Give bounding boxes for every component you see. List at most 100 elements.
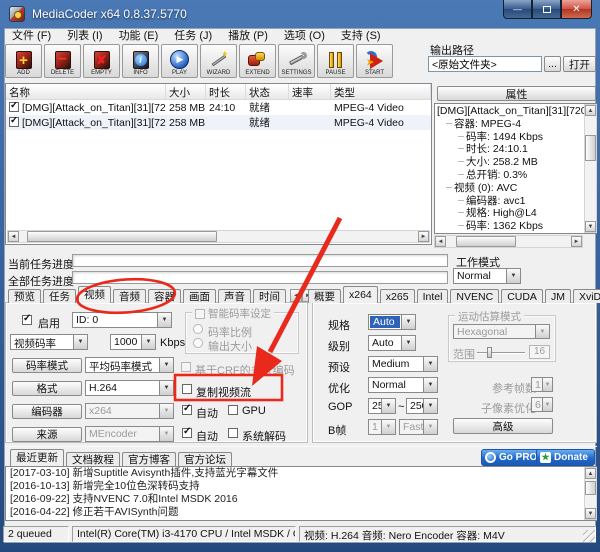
browse-button[interactable]: ... (544, 56, 561, 72)
properties-horizontal-scrollbar[interactable]: ◄ ► (434, 235, 583, 248)
tab-docs[interactable]: 文档教程 (66, 452, 120, 466)
tab-audio[interactable]: 音频 (113, 289, 146, 303)
tab-video[interactable]: 视频 (78, 286, 111, 303)
menu-file[interactable]: 文件 (F) (5, 29, 60, 43)
tab-container[interactable]: 容器 (148, 289, 181, 303)
toolbar-start-button[interactable]: ➤ START (356, 44, 393, 78)
stream-id-select[interactable]: ID: 0 (72, 312, 172, 328)
format-button[interactable]: 格式 (12, 381, 82, 396)
output-path-input[interactable] (428, 56, 542, 72)
toolbar-settings-button[interactable]: SETTINGS (278, 44, 315, 78)
scroll-right-icon[interactable]: ► (418, 231, 429, 242)
copy-video-stream-checkbox[interactable] (182, 384, 192, 394)
tab-cuda[interactable]: CUDA (501, 289, 543, 303)
scroll-right-icon[interactable]: ► (571, 236, 582, 247)
bitrate-value-select[interactable]: 1000 (110, 334, 156, 350)
chevron-down-icon[interactable] (423, 357, 437, 371)
tab-blog[interactable]: 官方博客 (122, 452, 176, 466)
bitrate-ratio-radio[interactable] (193, 324, 203, 334)
column-type[interactable]: 类型 (331, 84, 431, 99)
menu-list[interactable]: 列表 (I) (60, 29, 111, 43)
level-select[interactable]: Auto (368, 335, 416, 351)
toolbar-empty-button[interactable]: ✘ EMPTY (83, 44, 120, 78)
property-root[interactable]: [DMG][Attack_on_Titan][31][720P][GE (437, 105, 594, 118)
scroll-up-icon[interactable]: ▲ (585, 468, 596, 479)
toolbar-add-button[interactable]: + ADD (5, 44, 42, 78)
menu-options[interactable]: 选项 (O) (277, 29, 334, 43)
chevron-down-icon[interactable] (73, 335, 87, 349)
toolbar-wizard-button[interactable]: ✦ WIZARD (200, 44, 237, 78)
tab-picture[interactable]: 画面 (183, 289, 216, 303)
work-mode-select[interactable]: Normal (453, 268, 521, 284)
smart-bitrate-checkbox[interactable] (195, 309, 205, 319)
tab-x264[interactable]: x264 (343, 286, 378, 303)
scroll-left-icon[interactable]: ◄ (8, 231, 19, 242)
encoder-button[interactable]: 编码器 (12, 404, 82, 419)
bitrate-type-select[interactable]: 视频码率 (10, 334, 88, 350)
chevron-down-icon[interactable] (423, 378, 437, 392)
list-horizontal-scrollbar[interactable]: ◄ ► (7, 230, 430, 243)
resize-grip-icon[interactable] (583, 530, 595, 542)
toolbar-extend-button[interactable]: EXTEND (239, 44, 276, 78)
changelog-box[interactable]: [2017-03-10] 新增Suptitle Avisynth插件,支持蓝光字… (5, 466, 597, 521)
scroll-up-icon[interactable]: ▲ (585, 105, 596, 116)
table-row[interactable]: [DMG][Attack_on_Titan][31][720P... 258 M… (6, 100, 431, 115)
rate-mode-select[interactable]: 平均码率模式 (85, 357, 174, 373)
close-button[interactable]: ✕ (561, 0, 592, 19)
tab-task[interactable]: 任务 (43, 289, 76, 303)
source-button[interactable]: 来源 (12, 427, 82, 442)
chevron-down-icon[interactable] (159, 381, 173, 395)
auto-encoder-checkbox[interactable] (182, 405, 192, 415)
properties-header[interactable]: 属性 (437, 86, 596, 101)
table-row[interactable]: [DMG][Attack_on_Titan][31][720P... 258 M… (6, 115, 431, 130)
chevron-down-icon[interactable] (157, 313, 171, 327)
column-size[interactable]: 大小 (166, 84, 206, 99)
row-checkbox[interactable] (9, 117, 19, 127)
column-rate[interactable]: 速率 (289, 84, 331, 99)
chevron-down-icon[interactable] (423, 399, 437, 413)
gop-min-select[interactable]: 25 (368, 398, 396, 414)
tab-preview[interactable]: 预览 (8, 289, 41, 303)
profile-select[interactable]: Auto (368, 314, 416, 330)
column-status[interactable]: 状态 (246, 84, 289, 99)
chevron-down-icon[interactable] (401, 315, 415, 329)
go-pro-button[interactable]: Go PRO (481, 449, 544, 466)
donate-button[interactable]: ★ Donate (536, 449, 595, 466)
menu-play[interactable]: 播放 (P) (221, 29, 277, 43)
menu-support[interactable]: 支持 (S) (334, 29, 390, 43)
auto-source-checkbox[interactable] (182, 428, 192, 438)
tab-jm[interactable]: JM (545, 289, 571, 303)
format-select[interactable]: H.264 (85, 380, 174, 396)
scrollbar-thumb[interactable] (456, 236, 516, 247)
scrollbar-thumb[interactable] (27, 231, 217, 242)
column-duration[interactable]: 时长 (206, 84, 246, 99)
title-bar[interactable]: MediaCoder x64 0.8.37.5770 — ✕ (0, 0, 600, 28)
scrollbar-thumb[interactable] (585, 481, 596, 495)
column-name[interactable]: 名称 (6, 84, 166, 99)
toolbar-play-button[interactable]: PLAY (161, 44, 198, 78)
tab-intel[interactable]: Intel (417, 289, 449, 303)
system-decode-checkbox[interactable] (228, 428, 238, 438)
tab-time[interactable]: 时间 (253, 289, 286, 303)
menu-task[interactable]: 任务 (J) (167, 29, 221, 43)
row-checkbox[interactable] (9, 102, 19, 112)
tab-summary[interactable]: 概要 (308, 289, 341, 303)
tab-forum[interactable]: 官方论坛 (178, 452, 232, 466)
tab-sound[interactable]: 声音 (218, 289, 251, 303)
tab-recent-updates[interactable]: 最近更新 (10, 449, 64, 466)
range-slider[interactable] (477, 352, 525, 354)
toolbar-info-button[interactable]: i INFO (122, 44, 159, 78)
scrollbar-thumb[interactable] (585, 135, 596, 161)
tune-select[interactable]: Normal (368, 377, 438, 393)
preset-select[interactable]: Medium (368, 356, 438, 372)
minimize-button[interactable]: — (503, 0, 532, 19)
range-slider-thumb[interactable] (487, 347, 492, 358)
tab-nvenc[interactable]: NVENC (450, 289, 499, 303)
advanced-button[interactable]: 高级 (453, 418, 553, 434)
rate-mode-button[interactable]: 码率模式 (12, 358, 82, 373)
toolbar-pause-button[interactable]: PAUSE (317, 44, 354, 78)
toolbar-delete-button[interactable]: − DELETE (44, 44, 81, 78)
properties-vertical-scrollbar[interactable]: ▲ ▼ (584, 104, 597, 233)
maximize-button[interactable] (532, 0, 561, 19)
gop-max-select[interactable]: 250 (406, 398, 438, 414)
